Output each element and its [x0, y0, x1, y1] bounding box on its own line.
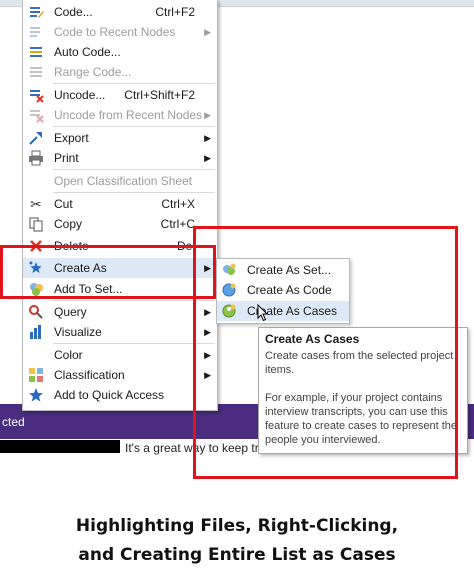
- menu-label: Copy: [54, 217, 83, 231]
- menu-divider: [53, 192, 215, 193]
- menu-divider: [53, 126, 215, 127]
- chevron-right-icon: ▶: [204, 153, 211, 163]
- menu-item-print[interactable]: Print ▶: [23, 148, 217, 168]
- code-icon: [28, 4, 44, 20]
- menu-divider: [53, 83, 215, 84]
- menu-item-range-code[interactable]: Range Code...: [23, 62, 217, 82]
- hidden-region: [0, 440, 120, 453]
- menu-label: Classification: [54, 368, 125, 382]
- menu-label: Uncode...: [54, 88, 106, 102]
- menu-item-color[interactable]: Color ▶: [23, 345, 217, 365]
- copy-icon: [28, 216, 44, 232]
- menu-label: Uncode from Recent Nodes: [54, 108, 203, 122]
- chevron-right-icon: ▶: [204, 133, 211, 143]
- shortcut: Ctrl+X: [161, 197, 195, 211]
- menu-item-uncode[interactable]: Uncode... Ctrl+Shift+F2: [23, 85, 217, 105]
- menu-label: Color: [54, 348, 83, 362]
- menu-item-query[interactable]: Query ▶: [23, 302, 217, 322]
- menu-item-classification[interactable]: Classification ▶: [23, 365, 217, 385]
- classification-icon: [28, 367, 44, 383]
- shortcut: Ctrl+C: [160, 217, 195, 231]
- menu-item-uncode-from-recent-nodes[interactable]: Uncode from Recent Nodes ▶: [23, 105, 217, 125]
- menu-label: Add to Quick Access: [54, 388, 165, 402]
- chevron-right-icon: ▶: [204, 110, 211, 120]
- caption-line-2: and Creating Entire List as Cases: [78, 545, 396, 565]
- menu-label: Open Classification Sheet: [54, 174, 193, 188]
- scissors-icon: ✂: [30, 196, 42, 212]
- menu-label: Code...: [54, 5, 93, 19]
- menu-label: Export: [54, 131, 89, 145]
- menu-label: Print: [54, 151, 79, 165]
- code-recent-icon: [28, 24, 44, 40]
- menu-item-add-to-quick-access[interactable]: Add to Quick Access: [23, 385, 217, 405]
- menu-item-code[interactable]: Code... Ctrl+F2: [23, 2, 217, 22]
- chevron-right-icon: ▶: [204, 27, 211, 37]
- caption-line-1: Highlighting Files, Right-Clicking,: [75, 516, 399, 536]
- menu-item-cut[interactable]: ✂ Cut Ctrl+X: [23, 194, 217, 214]
- menu-label: Auto Code...: [54, 45, 121, 59]
- auto-code-icon: [28, 44, 44, 60]
- annotation-box-submenu: [193, 226, 458, 479]
- caption: Highlighting Files, Right-Clicking, and …: [0, 512, 474, 570]
- menu-label: Code to Recent Nodes: [54, 25, 176, 39]
- menu-item-auto-code[interactable]: Auto Code...: [23, 42, 217, 62]
- uncode-recent-icon: [28, 107, 44, 123]
- printer-icon: [28, 150, 44, 166]
- menu-label: Visualize: [54, 325, 102, 339]
- export-icon: [28, 130, 44, 146]
- menu-item-visualize[interactable]: Visualize ▶: [23, 322, 217, 342]
- menu-item-code-to-recent-nodes[interactable]: Code to Recent Nodes ▶: [23, 22, 217, 42]
- menu-label: Query: [54, 305, 87, 319]
- menu-item-open-classification-sheet[interactable]: Open Classification Sheet: [23, 171, 217, 191]
- chart-icon: [28, 324, 44, 340]
- star-icon: [28, 387, 44, 403]
- uncode-icon: [28, 87, 44, 103]
- menu-label: Cut: [54, 197, 73, 211]
- context-menu: Code... Ctrl+F2 Code to Recent Nodes ▶ A…: [22, 0, 218, 411]
- annotation-box-menu: [0, 245, 216, 299]
- menu-divider: [53, 300, 215, 301]
- menu-divider: [53, 169, 215, 170]
- status-text: cted: [2, 415, 25, 429]
- range-code-icon: [28, 64, 44, 80]
- menu-item-copy[interactable]: Copy Ctrl+C: [23, 214, 217, 234]
- shortcut: Ctrl+Shift+F2: [124, 88, 195, 102]
- menu-label: Range Code...: [54, 65, 132, 79]
- query-icon: [28, 304, 44, 320]
- menu-item-export[interactable]: Export ▶: [23, 128, 217, 148]
- menu-divider: [53, 343, 215, 344]
- shortcut: Ctrl+F2: [155, 5, 195, 19]
